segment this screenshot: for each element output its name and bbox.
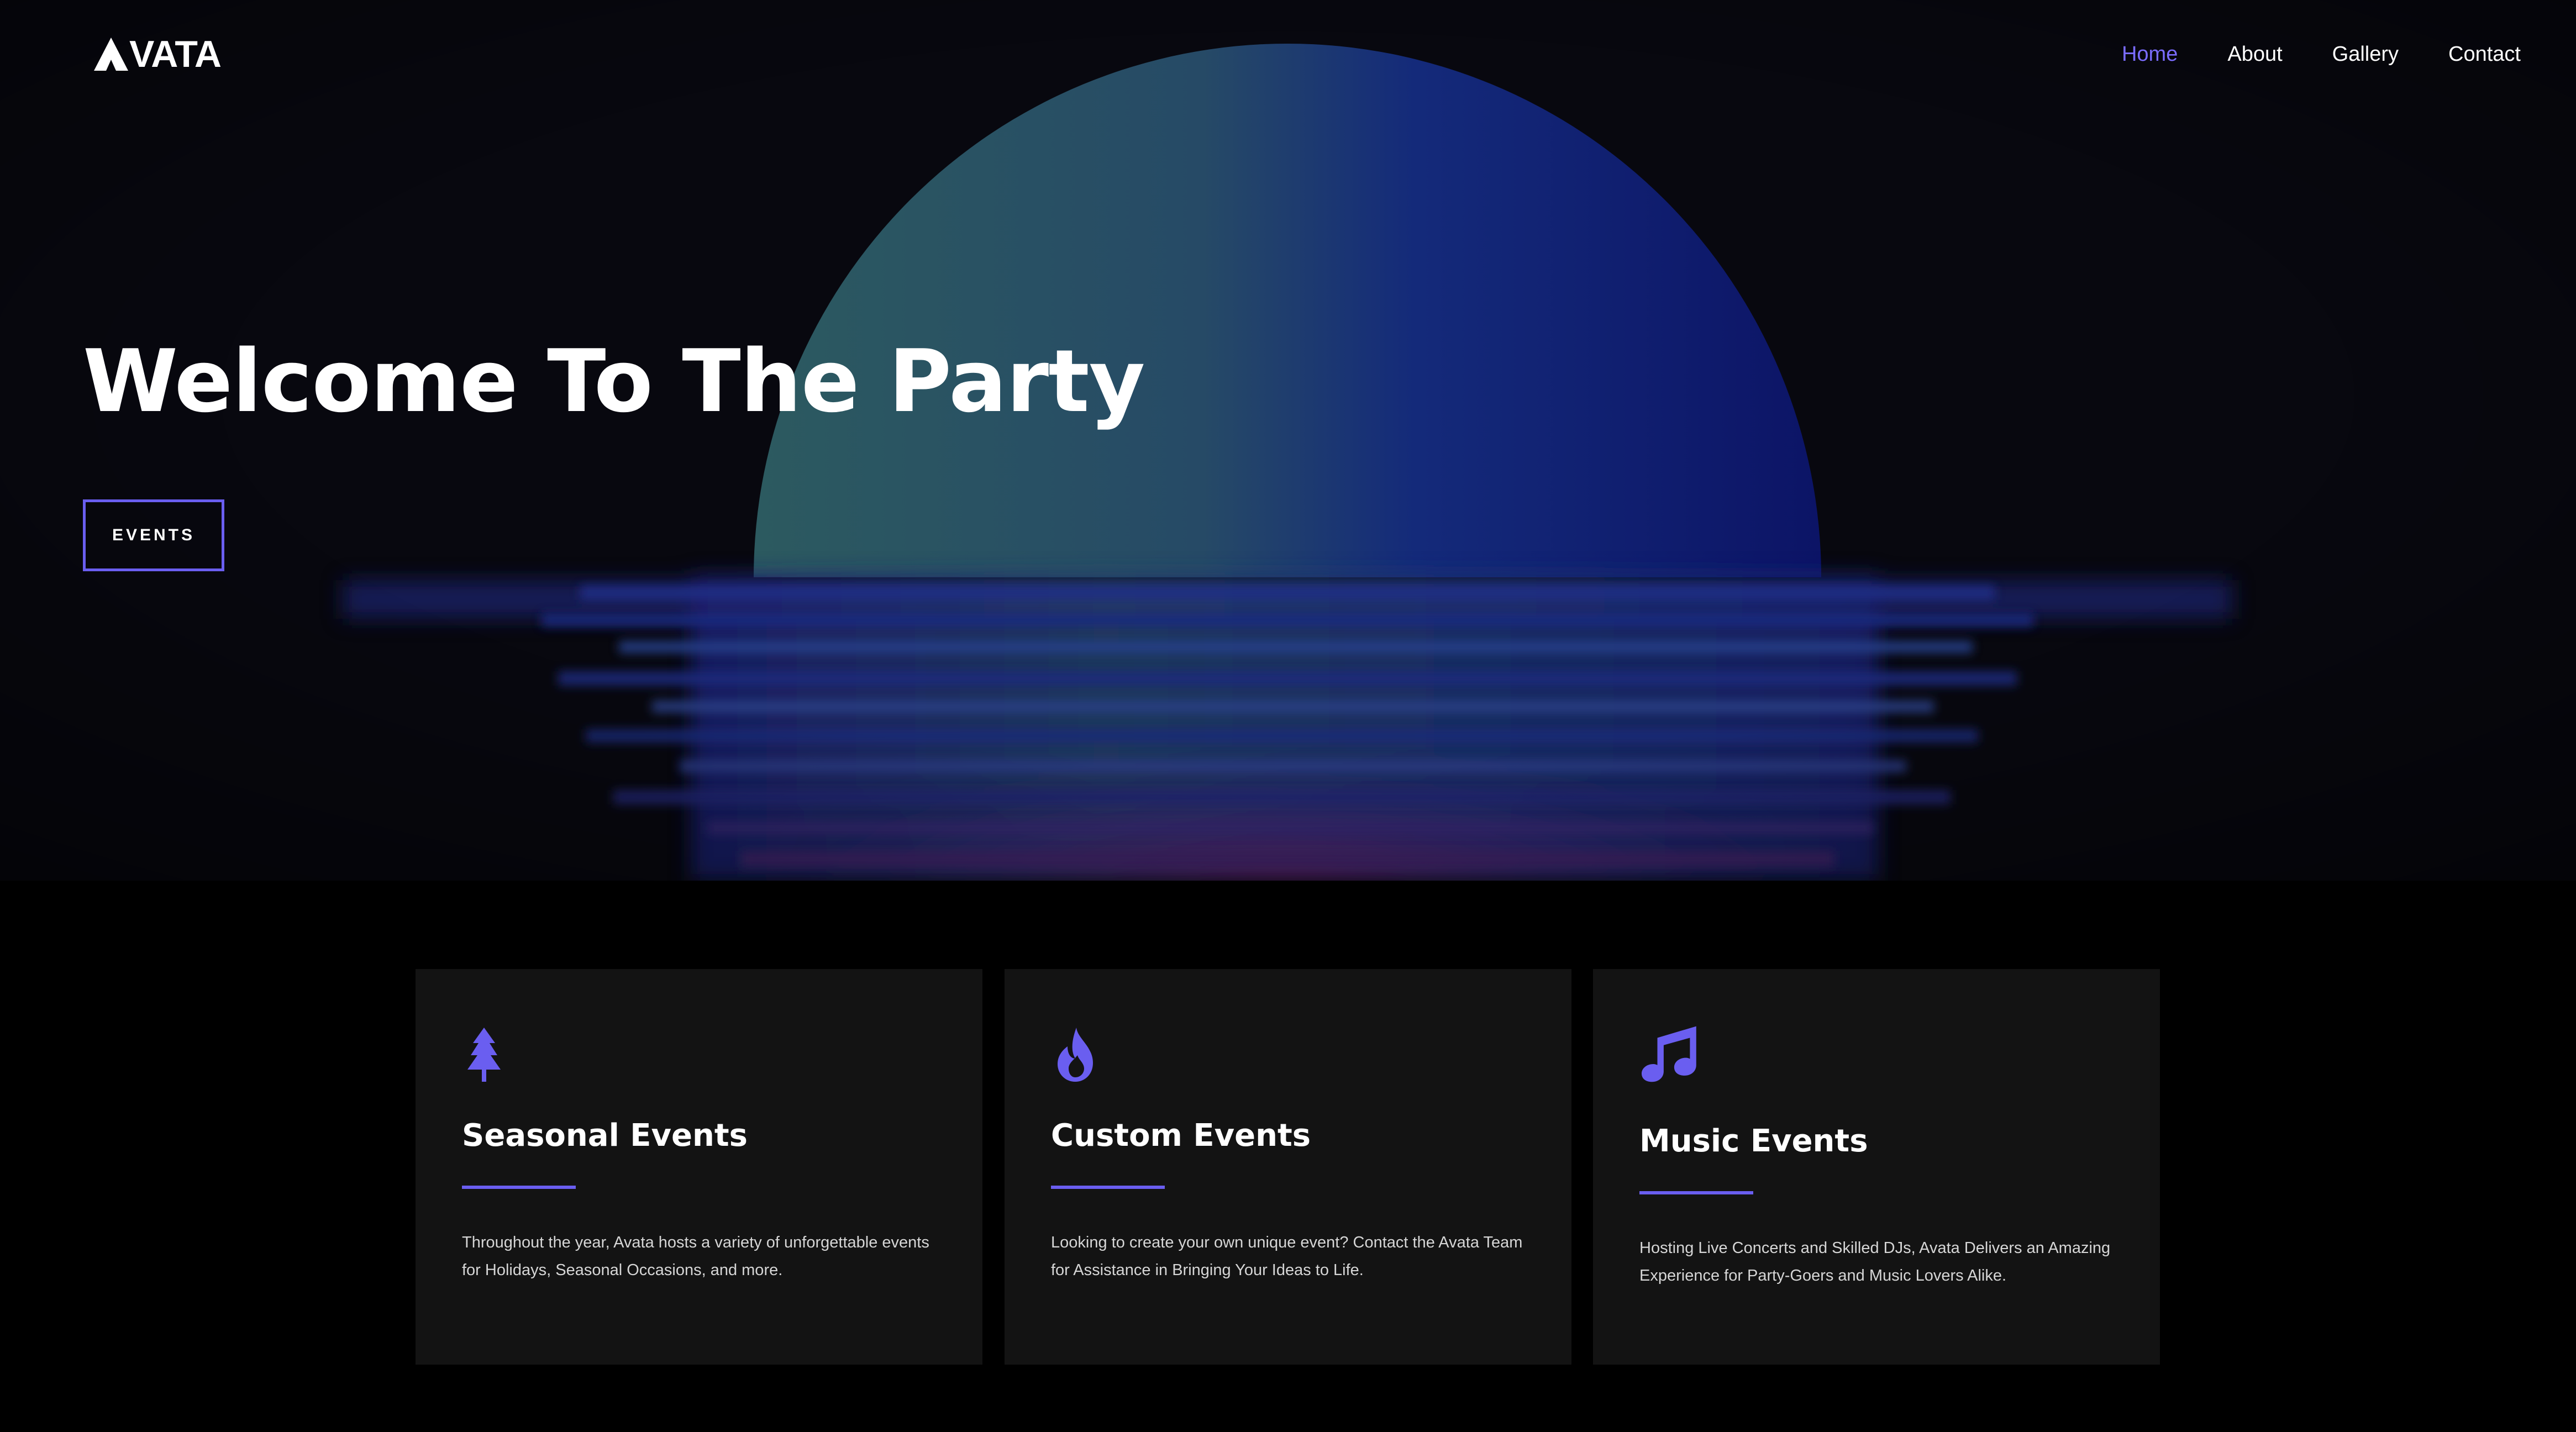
card-divider bbox=[1639, 1191, 1753, 1194]
card-divider bbox=[1051, 1186, 1165, 1189]
card-description: Looking to create your own unique event?… bbox=[1051, 1234, 1523, 1279]
nav-link-about[interactable]: About bbox=[2227, 39, 2282, 70]
hero-moon-background bbox=[0, 0, 2576, 881]
tree-icon bbox=[467, 1028, 501, 1082]
hero-title: Welcome To The Party bbox=[83, 331, 1145, 431]
card-description: Hosting Live Concerts and Skilled DJs, A… bbox=[1639, 1239, 2111, 1284]
card-title: Music Events bbox=[1639, 1123, 1868, 1159]
main-nav: Home About Gallery Contact bbox=[2122, 39, 2521, 70]
music-note-icon bbox=[1642, 1026, 1696, 1082]
logo[interactable]: VATA bbox=[94, 33, 222, 75]
nav-link-home[interactable]: Home bbox=[2122, 39, 2178, 70]
flame-icon bbox=[1058, 1028, 1093, 1082]
card-title: Custom Events bbox=[1051, 1118, 1311, 1154]
card-description: Throughout the year, Avata hosts a varie… bbox=[462, 1234, 929, 1279]
events-button[interactable]: EVENTS bbox=[83, 499, 224, 571]
card-custom-events: Custom Events Looking to create your own… bbox=[1005, 969, 1571, 1365]
card-divider bbox=[462, 1186, 576, 1189]
nav-link-gallery[interactable]: Gallery bbox=[2332, 39, 2399, 70]
card-seasonal-events: Seasonal Events Throughout the year, Ava… bbox=[416, 969, 982, 1365]
hero-section: VATA Home About Gallery Contact Welcome … bbox=[0, 0, 2576, 881]
card-music-events: Music Events Hosting Live Concerts and S… bbox=[1593, 969, 2160, 1365]
logo-mark-icon bbox=[94, 38, 128, 71]
page: VATA Home About Gallery Contact Welcome … bbox=[0, 0, 2576, 1432]
card-title: Seasonal Events bbox=[462, 1118, 748, 1154]
nav-link-contact[interactable]: Contact bbox=[2448, 39, 2521, 70]
logo-text: VATA bbox=[129, 33, 222, 75]
